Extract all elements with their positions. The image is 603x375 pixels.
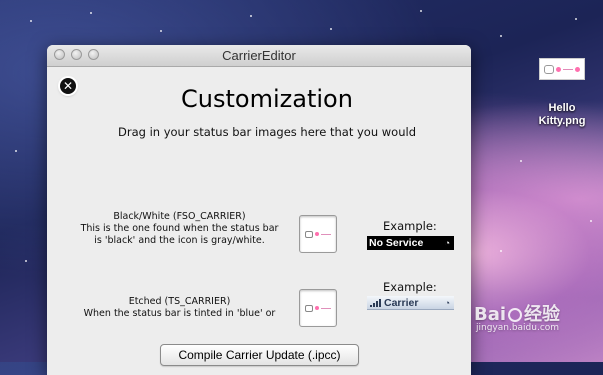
desktop-file-label: Hello Kitty.png [538,102,586,127]
blue-status-bar-example: Carrier ◔ [367,296,454,310]
carrier-editor-window: CarrierEditor ✕ Customization Drag in yo… [47,45,471,375]
desktop-file-hello-kitty[interactable]: Hello Kitty.png [538,58,586,128]
black-white-title: Black/White (FSO_CARRIER) [113,211,246,222]
window-titlebar[interactable]: CarrierEditor [47,45,471,67]
black-white-example-label: Example: [383,219,437,233]
wifi-icon: ◔ [444,238,450,248]
black-status-bar-example: No Service ◔ [367,236,454,250]
etched-description: Etched (TS_CARRIER) When the status bar … [67,296,292,320]
baidu-paw-icon [508,308,523,322]
signal-bars-icon [370,298,381,307]
black-white-image-well[interactable] [299,215,337,253]
compile-carrier-update-button[interactable]: Compile Carrier Update (.ipcc) [160,344,359,366]
black-white-line2: is 'black' and the icon is gray/white. [94,235,265,246]
image-thumbnail-icon [539,58,585,80]
etched-image-well[interactable] [299,289,337,327]
page-title: Customization [181,85,353,113]
etched-line1: When the status bar is tinted in 'blue' … [83,308,276,319]
instruction-text: Drag in your status bar images here that… [117,125,417,139]
carrier-text: Carrier [384,296,419,309]
black-white-line1: This is the one found when the status ba… [80,223,279,234]
wifi-icon: ◔ [444,297,450,308]
etched-title: Etched (TS_CARRIER) [128,296,231,307]
no-service-text: No Service [369,237,424,249]
etched-example-label: Example: [383,280,437,294]
black-white-description: Black/White (FSO_CARRIER) This is the on… [67,211,292,247]
window-title: CarrierEditor [222,48,296,63]
baidu-watermark: Bai 经验 jingyan.baidu.com [474,304,561,333]
